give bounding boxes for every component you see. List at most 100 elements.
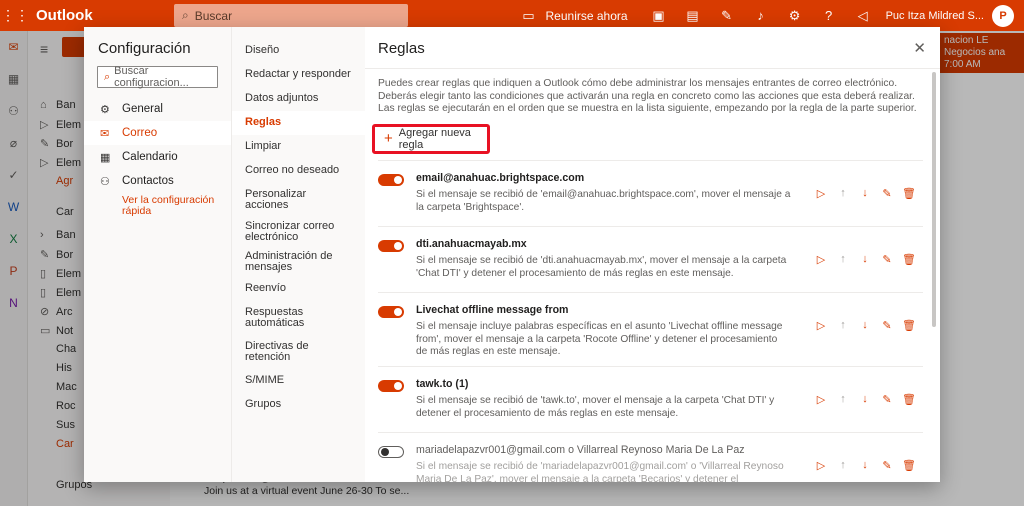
- rule-description: Si el mensaje se recibió de 'tawk.to', m…: [416, 395, 775, 419]
- settings-search-input[interactable]: ⌕ Buscar configuracion...: [97, 65, 218, 89]
- nav-smime[interactable]: S/MIME: [232, 369, 365, 393]
- rule-toggle[interactable]: [378, 380, 404, 392]
- run-rule-icon[interactable]: ▷: [810, 393, 832, 406]
- rule-actions: ▷ ↑ ↓ ✎ 🗑: [810, 319, 920, 332]
- settings-categories: Configuración ⌕ Buscar configuracion... …: [84, 27, 231, 482]
- run-rule-icon[interactable]: ▷: [810, 187, 832, 200]
- settings-title: Configuración: [98, 40, 191, 57]
- nav-retention[interactable]: Directivas de retención: [232, 335, 365, 369]
- office-icon[interactable]: ▤: [676, 8, 710, 24]
- bell-icon[interactable]: ♪: [744, 8, 778, 23]
- meet-now-button[interactable]: Reunirse ahora: [546, 9, 628, 23]
- app-launcher-icon[interactable]: ⋮⋮: [0, 7, 30, 24]
- megaphone-icon[interactable]: ◁: [846, 8, 880, 24]
- rule-name: Livechat offline message from: [416, 304, 569, 316]
- nav-sync-email[interactable]: Sincronizar correo electrónico: [232, 217, 365, 247]
- rule-toggle[interactable]: [378, 306, 404, 318]
- app-name[interactable]: Outlook: [36, 7, 176, 24]
- mail-icon: ✉: [100, 127, 110, 140]
- rule-row: mariadelapazvr001@gmail.com o Villarreal…: [378, 432, 923, 482]
- category-contacts[interactable]: ⚇ Contactos: [84, 169, 231, 193]
- rule-toggle[interactable]: [378, 174, 404, 186]
- rule-toggle[interactable]: [378, 240, 404, 252]
- rule-description: Si el mensaje se recibió de 'mariadelapa…: [416, 461, 784, 482]
- run-rule-icon[interactable]: ▷: [810, 459, 832, 472]
- settings-search-placeholder: Buscar configuracion...: [114, 65, 189, 89]
- category-general[interactable]: ⚙ General: [84, 97, 231, 121]
- gear-icon[interactable]: ⚙: [778, 8, 812, 24]
- delete-icon[interactable]: 🗑: [898, 253, 920, 266]
- move-down-icon[interactable]: ↓: [854, 393, 876, 406]
- plus-icon: +: [384, 130, 393, 147]
- nav-forwarding[interactable]: Reenvío: [232, 277, 365, 301]
- video-icon[interactable]: ▭: [512, 8, 546, 24]
- rule-description: Si el mensaje incluye palabras específic…: [416, 321, 783, 357]
- move-up-icon[interactable]: ↑: [832, 319, 854, 332]
- move-up-icon[interactable]: ↑: [832, 187, 854, 200]
- user-name[interactable]: Puc Itza Mildred S...: [886, 10, 984, 22]
- nav-junk[interactable]: Correo no deseado: [232, 159, 365, 183]
- search-box[interactable]: ⌕ Buscar: [174, 4, 408, 27]
- nav-layout[interactable]: Diseño: [232, 39, 365, 63]
- teams-icon[interactable]: ▣: [642, 8, 676, 24]
- nav-rules[interactable]: Reglas: [232, 111, 365, 135]
- rule-name: mariadelapazvr001@gmail.com o Villarreal…: [416, 444, 745, 456]
- add-new-rule-button[interactable]: + Agregar nueva regla: [372, 124, 490, 154]
- move-down-icon[interactable]: ↓: [854, 187, 876, 200]
- feedback-icon[interactable]: ✎: [710, 8, 744, 24]
- people-icon: ⚇: [100, 175, 110, 188]
- delete-icon[interactable]: 🗑: [898, 393, 920, 406]
- nav-customize-actions[interactable]: Personalizar acciones: [232, 183, 365, 217]
- rule-description: Si el mensaje se recibió de 'email@anahu…: [416, 189, 791, 213]
- move-down-icon[interactable]: ↓: [854, 253, 876, 266]
- rule-actions: ▷ ↑ ↓ ✎ 🗑: [810, 187, 920, 200]
- scrollbar[interactable]: [932, 72, 936, 327]
- calendar-icon: ▦: [100, 151, 111, 164]
- rules-description: Puedes crear reglas que indiquen a Outlo…: [378, 78, 917, 114]
- category-label: Correo: [122, 127, 158, 139]
- rules-title: Reglas: [378, 40, 425, 57]
- nav-groups[interactable]: Grupos: [232, 393, 365, 417]
- delete-icon[interactable]: 🗑: [898, 319, 920, 332]
- search-icon: ⌕: [182, 8, 189, 22]
- rule-actions: ▷ ↑ ↓ ✎ 🗑: [810, 393, 920, 406]
- edit-icon[interactable]: ✎: [876, 253, 898, 266]
- rule-toggle[interactable]: [378, 446, 404, 458]
- edit-icon[interactable]: ✎: [876, 393, 898, 406]
- category-calendar[interactable]: ▦ Calendario: [84, 145, 231, 169]
- rule-row: dti.anahuacmayab.mx Si el mensaje se reci…: [378, 226, 923, 292]
- nav-attachments[interactable]: Datos adjuntos: [232, 87, 365, 111]
- rule-name: email@anahuac.brightspace.com: [416, 172, 585, 184]
- help-icon[interactable]: ?: [812, 8, 846, 23]
- move-up-icon[interactable]: ↑: [832, 253, 854, 266]
- search-placeholder: Buscar: [194, 8, 233, 23]
- move-up-icon[interactable]: ↑: [832, 459, 854, 472]
- run-rule-icon[interactable]: ▷: [810, 253, 832, 266]
- category-mail[interactable]: ✉ Correo: [84, 121, 231, 145]
- edit-icon[interactable]: ✎: [876, 319, 898, 332]
- category-label: Calendario: [122, 151, 178, 163]
- move-down-icon[interactable]: ↓: [854, 459, 876, 472]
- run-rule-icon[interactable]: ▷: [810, 319, 832, 332]
- add-rule-label: Agregar nueva regla: [398, 127, 471, 151]
- avatar[interactable]: P: [992, 4, 1014, 27]
- rules-panel: Reglas ✕ Puedes crear reglas que indique…: [365, 27, 940, 482]
- nav-auto-replies[interactable]: Respuestas automáticas: [232, 301, 365, 335]
- rule-name: dti.anahuacmayab.mx: [416, 238, 527, 250]
- edit-icon[interactable]: ✎: [876, 459, 898, 472]
- quick-settings-link[interactable]: Ver la configuración rápida: [122, 195, 222, 217]
- edit-icon[interactable]: ✎: [876, 187, 898, 200]
- nav-sweep[interactable]: Limpiar: [232, 135, 365, 159]
- rule-actions: ▷ ↑ ↓ ✎ 🗑: [810, 253, 920, 266]
- nav-message-handling[interactable]: Administración de mensajes: [232, 247, 365, 277]
- rule-name: tawk.to (1): [416, 378, 469, 390]
- nav-compose[interactable]: Redactar y responder: [232, 63, 365, 87]
- close-icon[interactable]: ✕: [913, 39, 926, 57]
- move-down-icon[interactable]: ↓: [854, 319, 876, 332]
- category-nav: ⚙ General ✉ Correo ▦ Calendario ⚇ Contac…: [84, 97, 231, 193]
- rule-actions: ▷ ↑ ↓ ✎ 🗑: [810, 459, 920, 472]
- delete-icon[interactable]: 🗑: [898, 187, 920, 200]
- move-up-icon[interactable]: ↑: [832, 393, 854, 406]
- delete-icon[interactable]: 🗑: [898, 459, 920, 472]
- settings-dialog: Configuración ⌕ Buscar configuracion... …: [84, 27, 940, 482]
